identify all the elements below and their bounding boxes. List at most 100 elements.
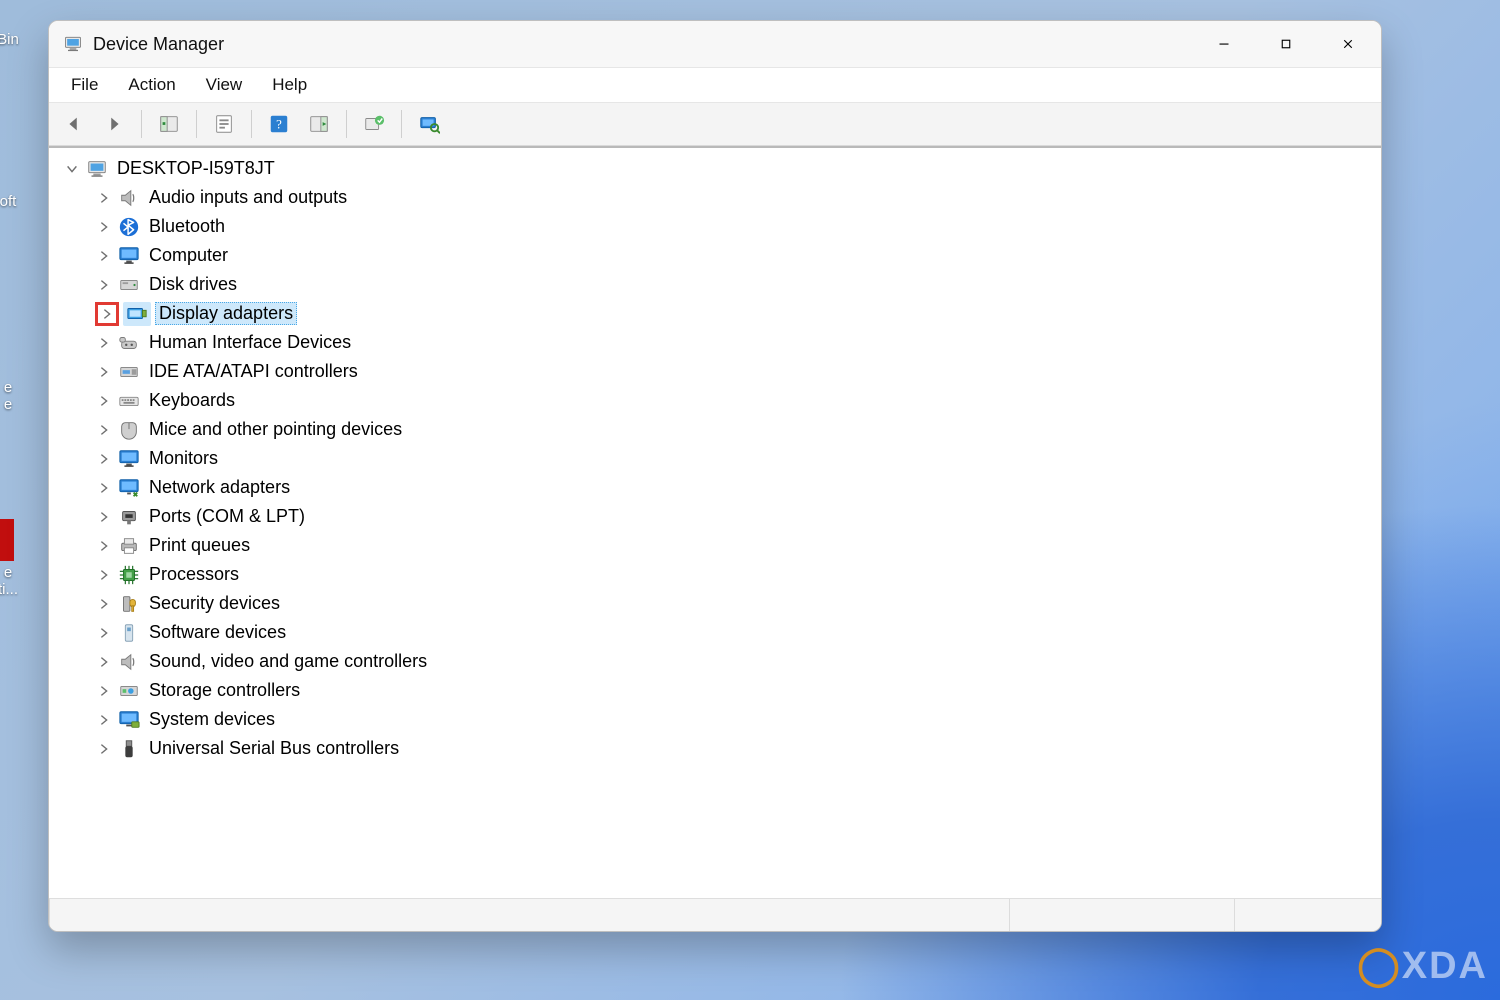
- chevron-right-icon[interactable]: [95, 653, 113, 671]
- tree-category-node[interactable]: Storage controllers: [55, 676, 1377, 705]
- device-tree-panel[interactable]: DESKTOP-I59T8JT Audio inputs and outputsB…: [49, 146, 1381, 898]
- tree-category-node[interactable]: Sound, video and game controllers: [55, 647, 1377, 676]
- chevron-right-icon[interactable]: [95, 302, 119, 326]
- desktop: Bin oft e e e ti... Device Manager File …: [0, 0, 1500, 1000]
- desktop-icon[interactable]: oft: [0, 194, 36, 211]
- tree-category-node[interactable]: Monitors: [55, 444, 1377, 473]
- toolbar-properties-button[interactable]: [207, 108, 241, 140]
- tree-node-label: System devices: [149, 709, 275, 730]
- printer-icon: [117, 535, 141, 557]
- menu-action[interactable]: Action: [116, 71, 187, 99]
- tree-node-label: Storage controllers: [149, 680, 300, 701]
- tree-node-label: Mice and other pointing devices: [149, 419, 402, 440]
- desktop-icon-label: e ti...: [0, 565, 36, 598]
- chevron-right-icon[interactable]: [95, 189, 113, 207]
- tree-category-node[interactable]: IDE ATA/ATAPI controllers: [55, 357, 1377, 386]
- tree-node-label: Universal Serial Bus controllers: [149, 738, 399, 759]
- chevron-right-icon[interactable]: [95, 537, 113, 555]
- tree-category-node[interactable]: Computer: [55, 241, 1377, 270]
- chevron-down-icon[interactable]: [63, 160, 81, 178]
- tree-category-node[interactable]: Security devices: [55, 589, 1377, 618]
- tree-node-label: Computer: [149, 245, 228, 266]
- usb-icon: [117, 738, 141, 760]
- app-icon: [63, 34, 83, 54]
- toolbar-scan-button[interactable]: [412, 108, 446, 140]
- desktop-icon-recycle-bin[interactable]: Bin: [0, 32, 36, 49]
- tree-category-node[interactable]: Universal Serial Bus controllers: [55, 734, 1377, 763]
- tree-node-label: DESKTOP-I59T8JT: [117, 158, 275, 179]
- chevron-right-icon[interactable]: [95, 218, 113, 236]
- ide-icon: [117, 361, 141, 383]
- desktop-icon-label: Bin: [0, 32, 36, 49]
- tree-root-node[interactable]: DESKTOP-I59T8JT: [55, 154, 1377, 183]
- chevron-right-icon[interactable]: [95, 595, 113, 613]
- minimize-button[interactable]: [1193, 21, 1255, 67]
- menu-file[interactable]: File: [59, 71, 110, 99]
- tree-node-label: Print queues: [149, 535, 250, 556]
- titlebar[interactable]: Device Manager: [49, 21, 1381, 68]
- chevron-right-icon[interactable]: [95, 450, 113, 468]
- chevron-right-icon[interactable]: [95, 363, 113, 381]
- chevron-right-icon[interactable]: [95, 566, 113, 584]
- tree-category-node[interactable]: System devices: [55, 705, 1377, 734]
- desktop-icon[interactable]: e ti...: [0, 519, 36, 598]
- toolbar-back-button[interactable]: [57, 108, 91, 140]
- watermark-text: XDA: [1402, 945, 1488, 987]
- chevron-right-icon[interactable]: [95, 682, 113, 700]
- tree-node-label: Security devices: [149, 593, 280, 614]
- chevron-right-icon[interactable]: [95, 392, 113, 410]
- tree-category-node[interactable]: Human Interface Devices: [55, 328, 1377, 357]
- tree-category-node[interactable]: Keyboards: [55, 386, 1377, 415]
- chevron-right-icon[interactable]: [95, 508, 113, 526]
- tree-category-node[interactable]: Mice and other pointing devices: [55, 415, 1377, 444]
- tree-category-node[interactable]: Disk drives: [55, 270, 1377, 299]
- keyboard-icon: [117, 390, 141, 412]
- chevron-right-icon[interactable]: [95, 334, 113, 352]
- tree-category-node[interactable]: Display adapters: [55, 299, 1377, 328]
- toolbar-separator: [251, 110, 252, 138]
- chevron-right-icon[interactable]: [95, 711, 113, 729]
- statusbar-cell: [49, 899, 1009, 931]
- storage-icon: [117, 680, 141, 702]
- monitor-icon: [117, 245, 141, 267]
- desktop-icon[interactable]: e e: [0, 380, 36, 413]
- maximize-button[interactable]: [1255, 21, 1317, 67]
- watermark-logo-icon: ◯: [1357, 945, 1402, 987]
- cpu-icon: [117, 564, 141, 586]
- tree-node-label: Ports (COM & LPT): [149, 506, 305, 527]
- chevron-right-icon[interactable]: [95, 479, 113, 497]
- tree-node-label: Human Interface Devices: [149, 332, 351, 353]
- tree-node-label: Software devices: [149, 622, 286, 643]
- toolbar-help-button[interactable]: [262, 108, 296, 140]
- toolbar-showtree-button[interactable]: [152, 108, 186, 140]
- chevron-right-icon[interactable]: [95, 421, 113, 439]
- speaker-icon: [117, 651, 141, 673]
- tree-category-node[interactable]: Bluetooth: [55, 212, 1377, 241]
- toolbar-updatedriver-button[interactable]: [357, 108, 391, 140]
- toolbar-actionpanel-button[interactable]: [302, 108, 336, 140]
- window-title: Device Manager: [93, 34, 224, 55]
- menu-view[interactable]: View: [194, 71, 255, 99]
- device-manager-window: Device Manager File Action View Help: [48, 20, 1382, 932]
- tree-category-node[interactable]: Software devices: [55, 618, 1377, 647]
- toolbar-forward-button[interactable]: [97, 108, 131, 140]
- bluetooth-icon: [117, 216, 141, 238]
- toolbar-separator: [141, 110, 142, 138]
- statusbar: [49, 898, 1381, 931]
- mouse-icon: [117, 419, 141, 441]
- desktop-icon-label: oft: [0, 194, 36, 211]
- tree-node-label: Sound, video and game controllers: [149, 651, 427, 672]
- close-button[interactable]: [1317, 21, 1379, 67]
- tree-category-node[interactable]: Audio inputs and outputs: [55, 183, 1377, 212]
- tree-node-label: Network adapters: [149, 477, 290, 498]
- chevron-right-icon[interactable]: [95, 624, 113, 642]
- tree-category-node[interactable]: Ports (COM & LPT): [55, 502, 1377, 531]
- tree-category-node[interactable]: Processors: [55, 560, 1377, 589]
- menu-help[interactable]: Help: [260, 71, 319, 99]
- chevron-right-icon[interactable]: [95, 247, 113, 265]
- tree-category-node[interactable]: Print queues: [55, 531, 1377, 560]
- tree-node-label: Display adapters: [155, 302, 297, 325]
- chevron-right-icon[interactable]: [95, 740, 113, 758]
- chevron-right-icon[interactable]: [95, 276, 113, 294]
- tree-category-node[interactable]: Network adapters: [55, 473, 1377, 502]
